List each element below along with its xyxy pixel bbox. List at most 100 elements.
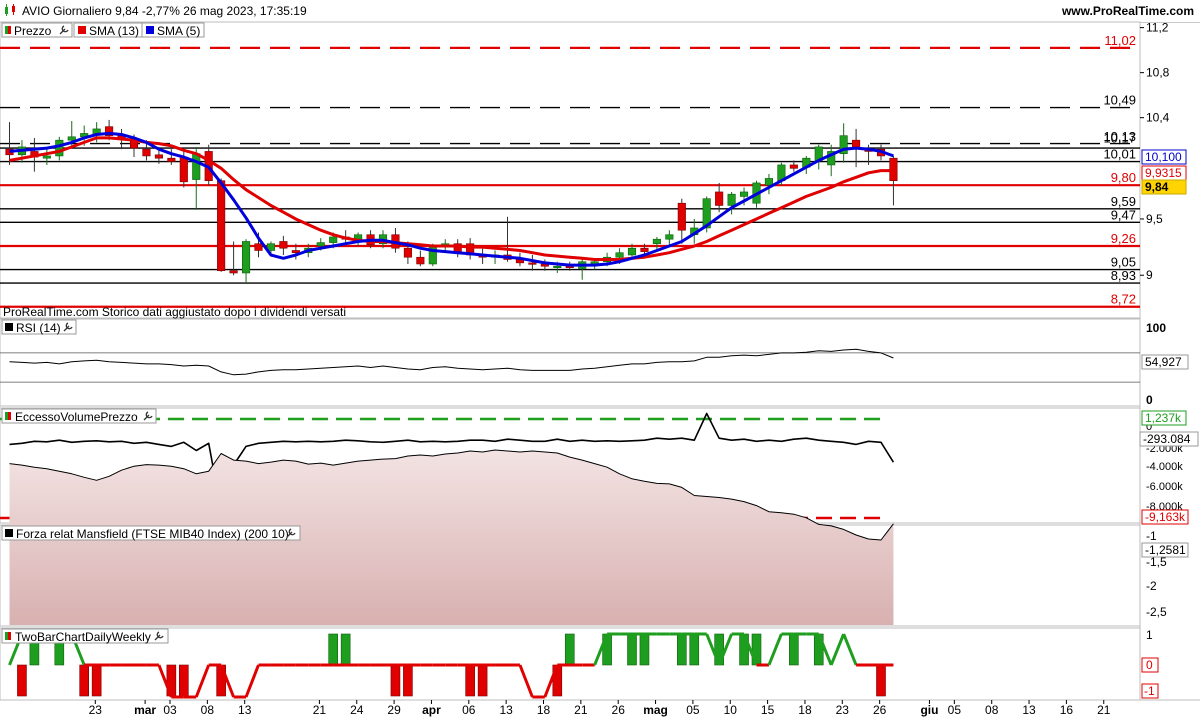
- rsi-badge-label: 54,927: [1145, 355, 1182, 369]
- candle-body: [652, 238, 661, 245]
- candle-body: [764, 178, 774, 186]
- candle-body: [789, 164, 798, 169]
- candle-body: [615, 252, 624, 258]
- x-axis-tick-label: 15: [761, 703, 775, 717]
- legend-twobar-label: TwoBarChartDailyWeekly: [15, 630, 151, 644]
- x-axis-tick-label: 23: [836, 703, 850, 717]
- x-axis-tick-label: 08: [985, 703, 999, 717]
- x-axis-tick-label: 10: [724, 703, 738, 717]
- price-level-label: 11,02: [1104, 33, 1136, 48]
- volume-badge-upper-label: 1,237k: [1145, 411, 1182, 425]
- x-axis-tick-label: 26: [612, 703, 626, 717]
- price-level-label: 9,26: [1111, 231, 1136, 246]
- twobar-bar: [689, 633, 700, 666]
- twobar-bar: [465, 664, 475, 697]
- price-footnote: ProRealTime.com Storico dati aggiustato …: [3, 305, 346, 319]
- twobar-bar: [328, 633, 339, 666]
- volume-badge-lower-label: -9,163k: [1145, 510, 1186, 524]
- twobar-bar: [79, 664, 89, 697]
- legend-sma13-label: SMA (13): [89, 24, 139, 38]
- chart-canvas[interactable]: 11,210,810,49,5911,0210,4910,1710,1310,0…: [0, 0, 1200, 720]
- candle-body: [179, 156, 188, 183]
- twobar-bar: [390, 664, 401, 697]
- mansfield-swatch-icon: [5, 529, 13, 537]
- volume-axis-tick-label: -6.000k: [1146, 481, 1183, 493]
- candle-body: [254, 243, 263, 251]
- candle-body: [627, 247, 637, 256]
- candle-body: [229, 270, 238, 274]
- x-axis-tick-label: 06: [462, 703, 476, 717]
- mansfield-axis-tick-label: -2: [1146, 579, 1157, 593]
- candle-body: [67, 136, 76, 141]
- price-axis-tick-label: 9,5: [1146, 212, 1163, 226]
- twobar-bar: [676, 633, 687, 666]
- candle-body: [677, 202, 686, 231]
- x-axis-tick-label: 18: [537, 703, 551, 717]
- candle-body: [217, 180, 226, 272]
- x-axis-tick-label: 05: [686, 703, 700, 717]
- x-axis-tick-label: 13: [1022, 703, 1036, 717]
- x-axis-tick-label: mar: [134, 703, 156, 717]
- volume-up-icon: [5, 412, 8, 420]
- candle-body: [142, 148, 151, 157]
- candle-body: [167, 157, 176, 162]
- candle-body: [42, 155, 51, 159]
- mansfield-axis-tick-label: -2,5: [1146, 605, 1167, 619]
- legend-prezzo-label: Prezzo: [14, 24, 52, 38]
- twobar-bar: [789, 633, 799, 666]
- legend-mansfield-label: Forza relat Mansfield (FTSE MIB40 Index)…: [16, 527, 289, 541]
- x-axis-tick-label: 21: [1097, 703, 1111, 717]
- candle-body: [416, 256, 425, 265]
- x-axis-tick-label: apr: [422, 703, 441, 717]
- volume-badge-current-label: -293.084: [1143, 432, 1191, 446]
- price-level-label: 8,72: [1111, 292, 1136, 307]
- panel-price-frame: [0, 21, 1141, 319]
- x-axis-tick-label: mag: [643, 703, 668, 717]
- price-axis-tick-label: 10,8: [1146, 66, 1170, 80]
- price-level-label: 9,47: [1111, 207, 1136, 222]
- candle-body: [640, 247, 649, 252]
- twobar-bar: [564, 633, 575, 666]
- candle-body: [739, 191, 749, 197]
- twobar-bar: [17, 664, 27, 697]
- price-level-label: 10,49: [1103, 93, 1136, 108]
- x-axis-tick-label: 08: [201, 703, 215, 717]
- x-axis-tick-label: 23: [89, 703, 103, 717]
- candle-body: [242, 241, 251, 274]
- twobar-bar: [876, 664, 886, 697]
- candle-body: [715, 191, 724, 206]
- mansfield-badge-label: -1,2581: [1145, 543, 1186, 557]
- panel-rsi-frame: [0, 318, 1141, 407]
- price-badge-label: 10,100: [1145, 150, 1182, 164]
- price-axis-tick-label: 11,2: [1146, 21, 1169, 35]
- x-axis-tick-label: 24: [350, 703, 364, 717]
- candle-body: [55, 139, 64, 157]
- candle-body: [553, 265, 562, 269]
- volume-down-icon: [8, 412, 11, 420]
- legend-volume-label: EccessoVolumePrezzo: [15, 410, 138, 424]
- twobar-bar: [639, 633, 650, 666]
- price-level-label: 8,93: [1111, 268, 1136, 283]
- legend-rsi-label: RSI (14): [16, 321, 61, 335]
- candle-body: [192, 153, 201, 180]
- twobar-bar: [340, 633, 351, 666]
- candle-body: [291, 250, 300, 254]
- candle-body: [727, 193, 736, 206]
- twobar-bar: [91, 664, 102, 697]
- twobar-bar: [179, 664, 189, 697]
- volume-axis-tick-label: -4.000k: [1146, 461, 1183, 473]
- sma13-swatch-icon: [78, 26, 86, 34]
- twobar-bar: [403, 664, 413, 697]
- price-level-label: 10,13: [1103, 129, 1136, 144]
- rsi-axis-bottom-label: 0: [1146, 393, 1153, 407]
- rsi-swatch-icon: [5, 323, 13, 331]
- price-badge-label: 9,9315: [1145, 166, 1182, 180]
- candle-body: [154, 154, 163, 159]
- price-level-label: 10,01: [1103, 147, 1136, 162]
- x-axis-tick-label: 26: [873, 703, 887, 717]
- twobar-bar: [477, 664, 488, 697]
- price-axis-tick-label: 9: [1146, 268, 1153, 282]
- twobar-bar: [627, 633, 637, 666]
- x-axis-tick-label: 16: [1060, 703, 1074, 717]
- prezzo-down-icon: [8, 26, 11, 34]
